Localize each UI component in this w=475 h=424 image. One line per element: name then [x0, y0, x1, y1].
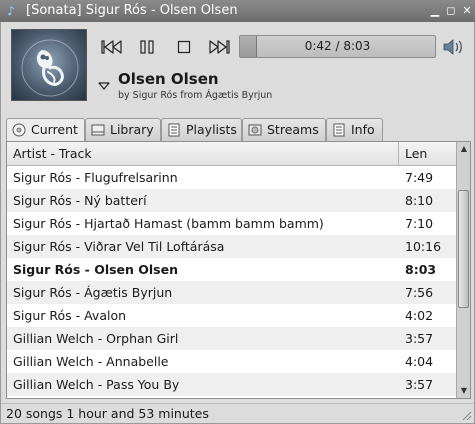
track-name: Sigur Rós - Olsen Olsen [13, 262, 179, 277]
volume-button[interactable] [442, 37, 464, 57]
playlist-header: Artist - Track Len [7, 142, 456, 166]
pause-button[interactable] [133, 34, 161, 60]
tab-current-label: Current [31, 122, 78, 137]
progress-bar[interactable]: 0:42 / 8:03 [239, 35, 436, 58]
table-row[interactable]: Sigur Rós - Viðrar Vel Til Loftárása 10:… [7, 235, 456, 258]
status-text: 20 songs 1 hour and 53 minutes [6, 406, 209, 421]
previous-track-icon [101, 40, 122, 54]
now-playing-subtitle: by Sigur Rós from Ágætis Byrjun [118, 90, 273, 101]
tab-info-label: Info [351, 122, 375, 137]
track-name: Sigur Rós - Flugufrelsarinn [13, 170, 178, 185]
table-row[interactable]: Sigur Rós - Ágætis Byrjun 7:56 [7, 281, 456, 304]
resize-grip-icon[interactable] [460, 409, 472, 421]
now-playing-title: Olsen Olsen [118, 70, 219, 88]
playlist-rows: Sigur Rós - Flugufrelsarinn 7:49 Sigur R… [7, 166, 456, 398]
track-length: 10:16 [405, 239, 442, 254]
tab-playlists[interactable]: Playlists [161, 118, 242, 141]
library-icon [91, 124, 105, 136]
album-art-image [21, 39, 79, 97]
info-icon [333, 123, 345, 137]
track-length: 3:57 [405, 377, 434, 392]
volume-icon [443, 39, 462, 55]
table-row[interactable]: Sigur Rós - Avalon 4:02 [7, 304, 456, 327]
table-row[interactable]: Sigur Rós - Flugufrelsarinn 7:49 [7, 166, 456, 189]
scrollbar-thumb[interactable] [458, 190, 469, 308]
track-length: 8:10 [405, 193, 434, 208]
table-row[interactable]: Sigur Rós - Ný batterí 8:10 [7, 189, 456, 212]
previous-track-button[interactable] [98, 34, 126, 60]
disc-icon [12, 123, 26, 137]
playlist-panel: Artist - Track Len Sigur Rós - Flugufrel… [6, 141, 471, 399]
column-header-artist-track[interactable]: Artist - Track [7, 142, 399, 166]
track-name: Gillian Welch - Pass You By [13, 377, 180, 392]
track-length: 7:10 [405, 216, 434, 231]
scroll-down-icon[interactable]: ▼ [457, 384, 471, 398]
info-expander-toggle[interactable] [98, 80, 110, 90]
main-window: 0:42 / 8:03 Olsen Olsen by Sigur Rós fro… [0, 22, 475, 424]
chevron-down-icon [98, 82, 110, 90]
tab-info[interactable]: Info [326, 118, 383, 141]
table-row[interactable]: Gillian Welch - Orphan Girl 3:57 [7, 327, 456, 350]
tab-streams-label: Streams [267, 122, 319, 137]
playlist-scrollbar[interactable]: ▲ ▼ [456, 142, 470, 398]
track-name: Sigur Rós - Viðrar Vel Til Loftárása [13, 239, 225, 254]
track-name: Gillian Welch - Annabelle [13, 354, 169, 369]
next-track-icon [209, 40, 230, 54]
album-art[interactable] [11, 29, 87, 101]
track-name: Sigur Rós - Ágætis Byrjun [13, 285, 173, 300]
table-row[interactable]: Gillian Welch - Annabelle 4:04 [7, 350, 456, 373]
track-length: 4:04 [405, 354, 434, 369]
scroll-up-icon[interactable]: ▲ [457, 142, 471, 156]
window-title: [Sonata] Sigur Rós - Olsen Olsen [26, 3, 238, 18]
close-icon[interactable]: ✕ [459, 3, 475, 19]
tab-playlists-label: Playlists [186, 122, 237, 137]
tab-current[interactable]: Current [6, 118, 85, 142]
stop-button[interactable] [170, 34, 198, 60]
stop-icon [177, 40, 191, 54]
tab-streams[interactable]: Streams [242, 118, 326, 141]
progress-text: 0:42 / 8:03 [304, 39, 371, 53]
table-row[interactable]: Sigur Rós - Hjartað Hamast (bamm bamm ba… [7, 212, 456, 235]
track-length: 7:49 [405, 170, 434, 185]
track-name: Sigur Rós - Avalon [13, 308, 127, 323]
track-name: Sigur Rós - Ný batterí [13, 193, 147, 208]
window-titlebar[interactable]: ♪ [Sonata] Sigur Rós - Olsen Olsen ▁ ◻ ✕ [0, 0, 475, 22]
track-name: Gillian Welch - Orphan Girl [13, 331, 179, 346]
status-bar: 20 songs 1 hour and 53 minutes [1, 403, 474, 423]
playlist-icon [168, 123, 180, 137]
column-header-length[interactable]: Len [399, 142, 456, 166]
maximize-icon[interactable]: ◻ [443, 3, 459, 19]
track-length: 8:03 [405, 262, 437, 277]
music-note-icon: ♪ [7, 4, 15, 18]
minimize-icon[interactable]: ▁ [427, 3, 443, 19]
next-track-button[interactable] [205, 34, 233, 60]
track-length: 7:56 [405, 285, 434, 300]
tab-library-label: Library [110, 122, 154, 137]
tab-library[interactable]: Library [85, 118, 161, 141]
table-row-current[interactable]: Sigur Rós - Olsen Olsen 8:03 [7, 258, 456, 281]
table-row[interactable]: Gillian Welch - Pass You By 3:57 [7, 373, 456, 396]
track-length: 4:02 [405, 308, 434, 323]
streams-icon [248, 124, 262, 136]
pause-icon [140, 40, 154, 54]
track-name: Sigur Rós - Hjartað Hamast (bamm bamm ba… [13, 216, 324, 231]
track-length: 3:57 [405, 331, 434, 346]
